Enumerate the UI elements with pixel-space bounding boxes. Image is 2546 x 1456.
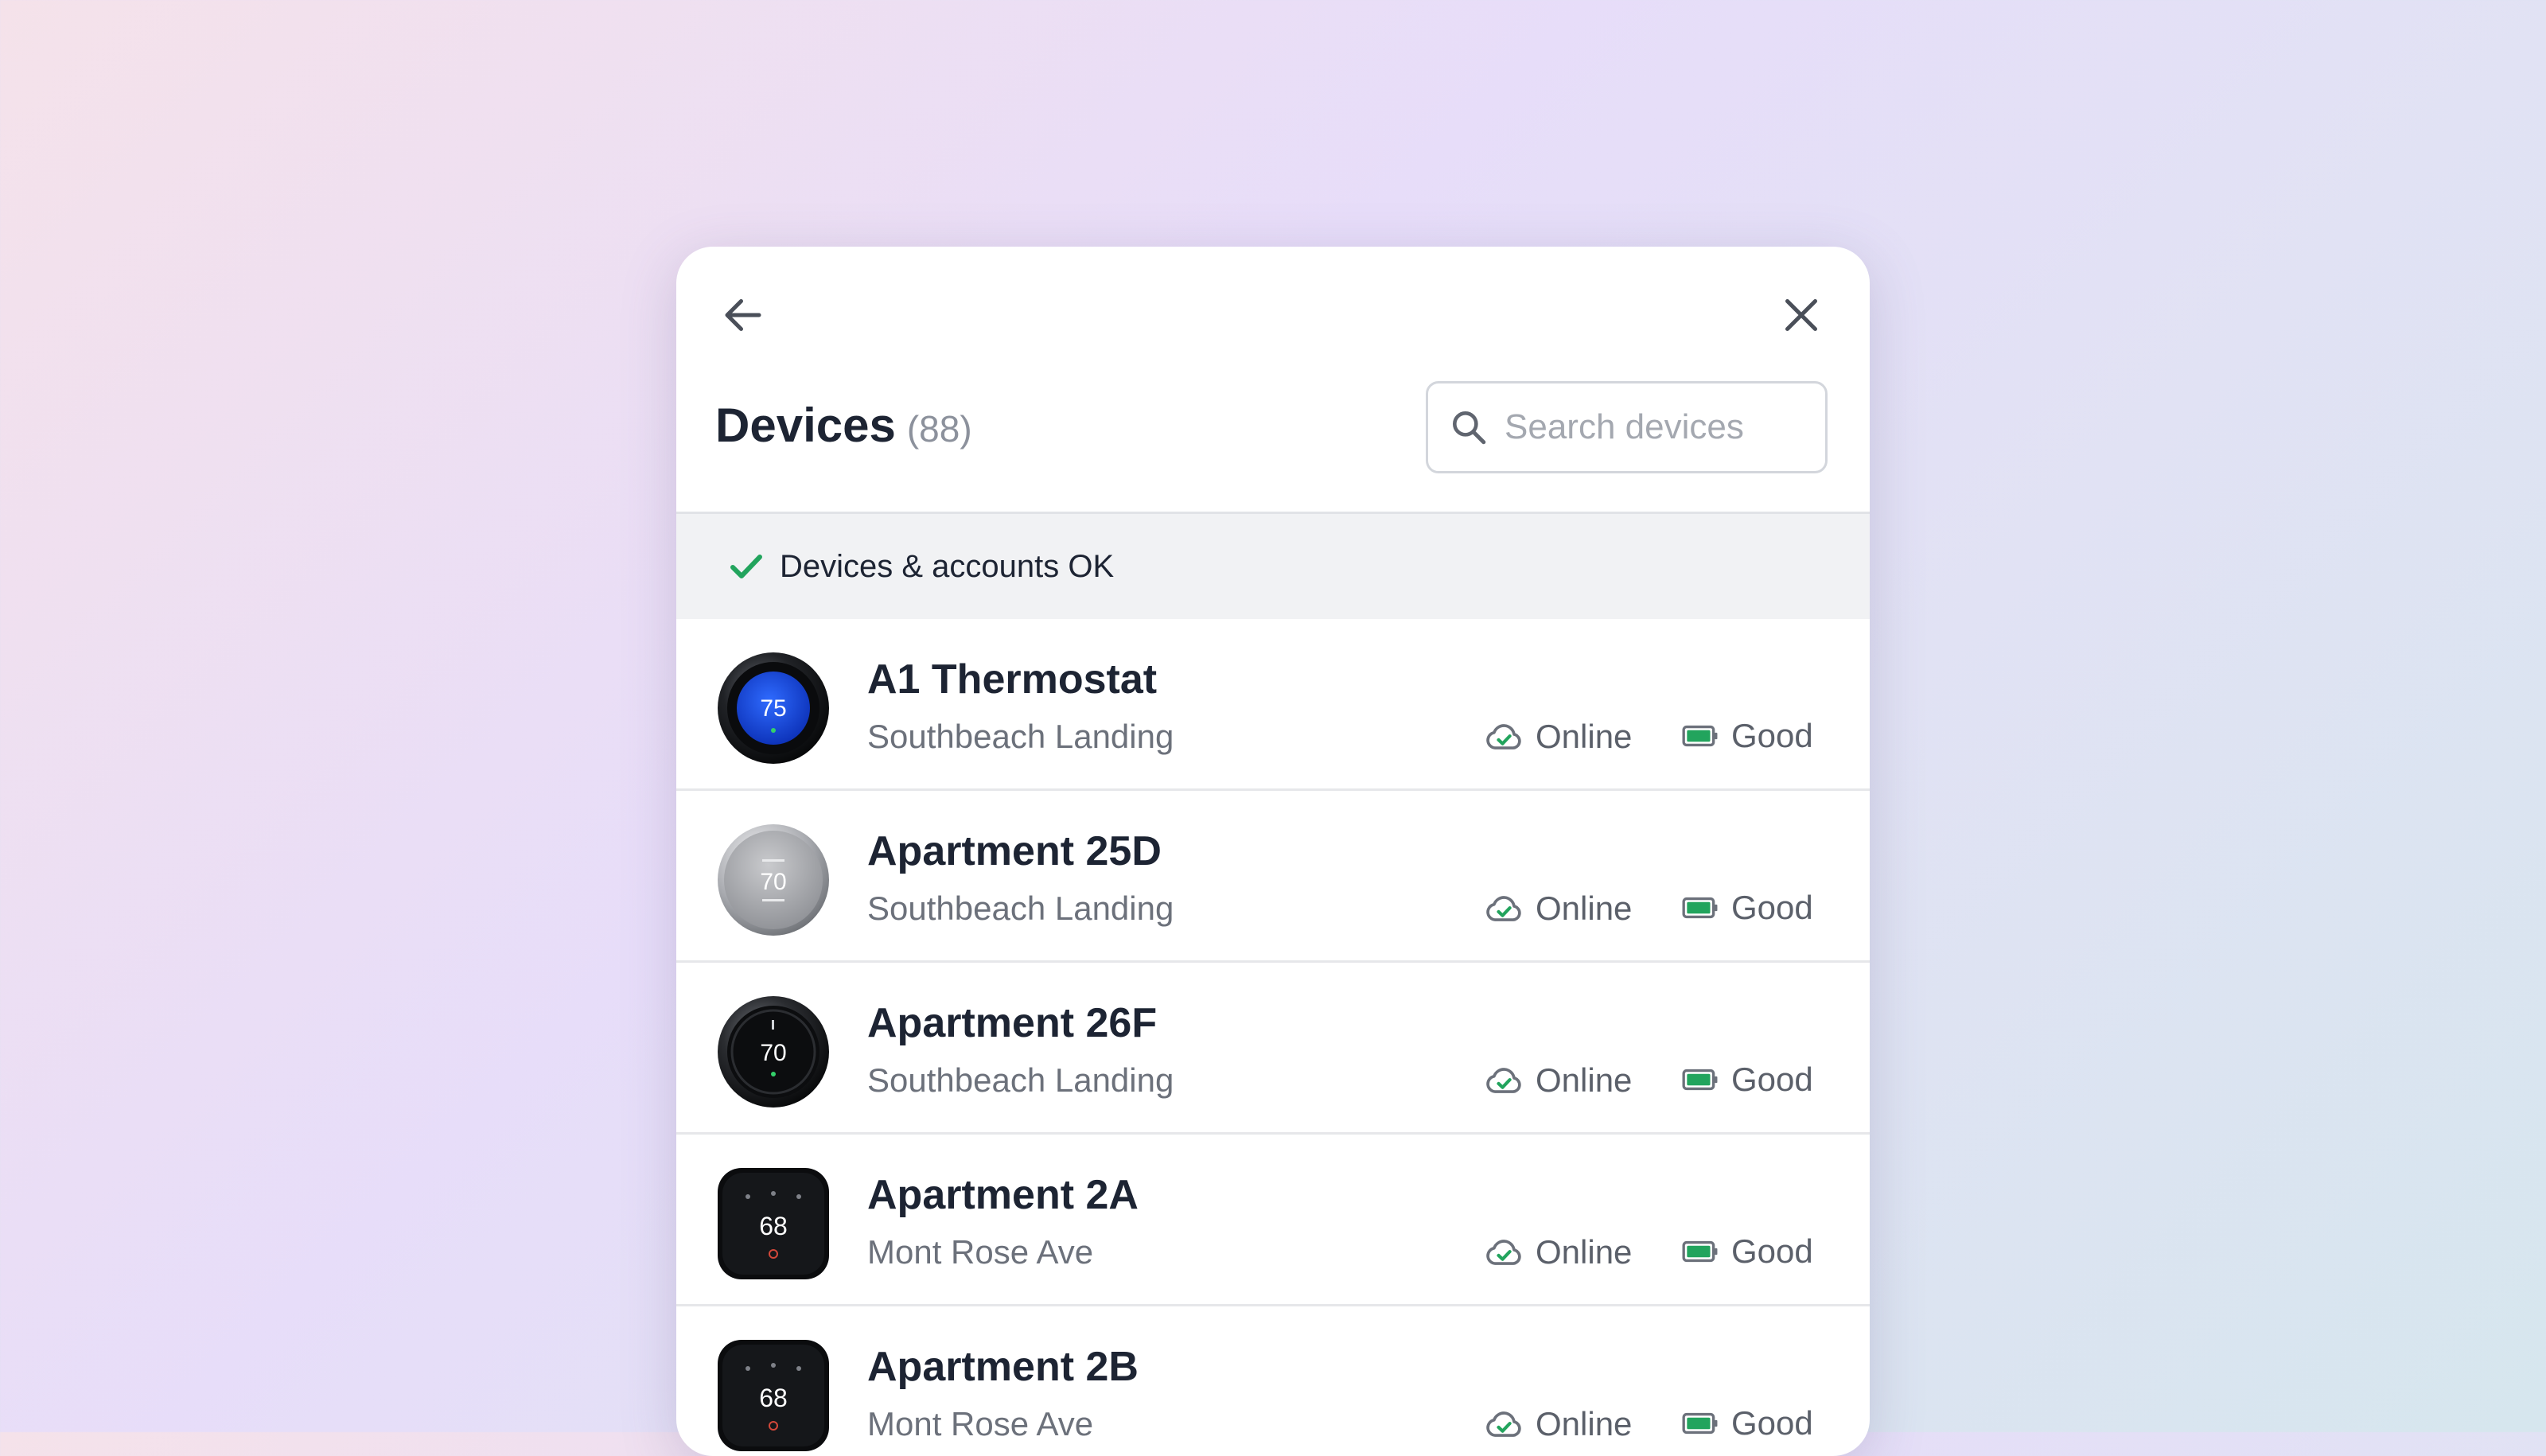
battery-status: Good: [1680, 888, 1813, 928]
device-row[interactable]: 75 A1 Thermostat Southbeach Landing Onli…: [676, 619, 1870, 791]
device-row[interactable]: 70 Apartment 25D Southbeach Landing Onli…: [676, 791, 1870, 963]
connection-label: Online: [1536, 718, 1633, 755]
device-name: Apartment 25D: [867, 828, 1162, 874]
device-location: Southbeach Landing: [867, 718, 1174, 755]
check-icon: [730, 555, 762, 578]
connection-status: Online: [1483, 1232, 1632, 1273]
cloud-check-icon: [1486, 1240, 1521, 1265]
thermostat-image: 70: [718, 824, 829, 936]
device-name: Apartment 26F: [867, 1000, 1158, 1046]
thermostat-display: 68: [759, 1212, 788, 1240]
thermostat-display: 70: [760, 869, 786, 895]
close-button[interactable]: [1769, 283, 1833, 347]
battery-label: Good: [1731, 889, 1813, 926]
thermostat-image: 70: [718, 996, 829, 1108]
device-row[interactable]: 68 Apartment 2B Mont Rose Ave Online Goo…: [676, 1306, 1870, 1456]
device-name: Apartment 2B: [867, 1344, 1139, 1390]
connection-label: Online: [1536, 1233, 1633, 1271]
status-banner: Devices & accounts OK: [676, 512, 1870, 619]
page-title-group: Devices (88): [715, 398, 972, 453]
thermostat-image: 68: [718, 1168, 829, 1279]
battery-status: Good: [1680, 1403, 1813, 1443]
cloud-check-icon: [1486, 724, 1521, 749]
battery-status: Good: [1680, 1060, 1813, 1100]
battery-status: Good: [1680, 716, 1813, 756]
arrow-left-icon: [725, 299, 761, 331]
connection-label: Online: [1536, 1405, 1633, 1442]
thermostat-display: 75: [760, 695, 786, 722]
battery-label: Good: [1731, 1404, 1813, 1442]
connection-status: Online: [1483, 888, 1632, 929]
search-box[interactable]: [1426, 381, 1828, 473]
connection-label: Online: [1536, 890, 1633, 927]
device-name: A1 Thermostat: [867, 656, 1158, 703]
device-list: 75 A1 Thermostat Southbeach Landing Onli…: [676, 619, 1870, 1456]
cloud-check-icon: [1486, 1068, 1521, 1093]
cloud-check-icon: [1486, 896, 1521, 921]
battery-label: Good: [1731, 1061, 1813, 1098]
device-name: Apartment 2A: [867, 1172, 1139, 1218]
close-icon: [1785, 299, 1817, 331]
search-input[interactable]: [1505, 407, 1815, 447]
battery-status: Good: [1680, 1232, 1813, 1271]
device-row[interactable]: 68 Apartment 2A Mont Rose Ave Online Goo…: [676, 1135, 1870, 1306]
back-button[interactable]: [711, 283, 775, 347]
thermostat-image: 75: [718, 652, 829, 764]
device-count: (88): [906, 408, 972, 450]
battery-label: Good: [1731, 717, 1813, 754]
connection-status: Online: [1483, 1403, 1632, 1445]
connection-label: Online: [1536, 1061, 1633, 1099]
devices-panel: Devices (88) Devices & accounts OK: [676, 247, 1870, 1456]
thermostat-display: 70: [760, 1040, 786, 1066]
battery-icon: [1682, 725, 1718, 747]
battery-icon: [1682, 1069, 1718, 1091]
battery-icon: [1682, 1240, 1718, 1263]
battery-icon: [1682, 1412, 1718, 1435]
battery-label: Good: [1731, 1232, 1813, 1270]
status-text: Devices & accounts OK: [780, 548, 1115, 584]
connection-status: Online: [1483, 716, 1632, 757]
page-title: Devices: [715, 399, 896, 452]
device-location: Mont Rose Ave: [867, 1233, 1094, 1271]
connection-status: Online: [1483, 1060, 1632, 1101]
search-icon: [1453, 411, 1486, 445]
thermostat-image: 68: [718, 1340, 829, 1451]
thermostat-display: 68: [759, 1384, 788, 1412]
device-location: Southbeach Landing: [867, 1061, 1174, 1099]
device-row[interactable]: 70 Apartment 26F Southbeach Landing Onli…: [676, 963, 1870, 1135]
device-location: Mont Rose Ave: [867, 1405, 1094, 1442]
battery-icon: [1682, 897, 1718, 919]
device-location: Southbeach Landing: [867, 890, 1174, 927]
cloud-check-icon: [1486, 1411, 1521, 1437]
